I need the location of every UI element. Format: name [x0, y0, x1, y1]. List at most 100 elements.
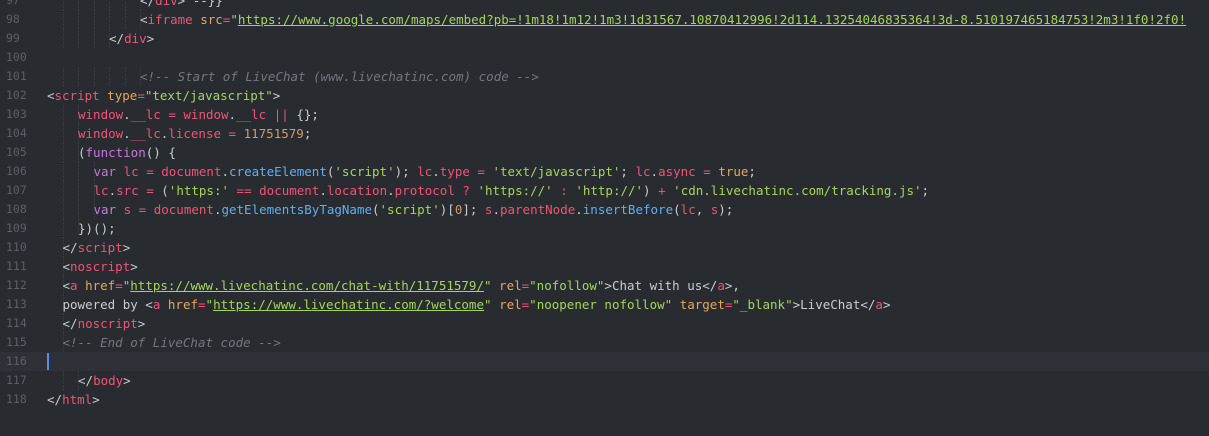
- code-line[interactable]: 111 <noscript>: [0, 257, 1209, 276]
- indent-guide: [124, 67, 126, 86]
- token-url: https://www.livechatinc.com/?welcome: [213, 297, 484, 312]
- line-number: 99: [6, 31, 20, 45]
- token-punc: <: [47, 88, 55, 103]
- token-punc: ;: [303, 126, 312, 141]
- token-punc: ;: [921, 183, 930, 198]
- code-line[interactable]: 115 <!-- End of LiveChat code -->: [0, 333, 1209, 352]
- indent-guide: [62, 200, 64, 219]
- code-line[interactable]: 98 <iframe src="https://www.google.com/ma…: [0, 10, 1209, 29]
- indent-guide: [93, 0, 95, 10]
- code-line[interactable]: 103 window.__lc = window.__lc || {};: [0, 105, 1209, 124]
- code-text: </html>: [47, 390, 100, 409]
- token-punc: .: [123, 126, 131, 141]
- token-punc: <: [140, 12, 148, 27]
- token-var: lc: [680, 202, 696, 217]
- line-number: 101: [6, 69, 27, 83]
- token-op: =: [477, 164, 485, 179]
- indent-guide: [62, 0, 64, 10]
- token-var: location: [326, 183, 388, 198]
- code-text: </noscript>: [63, 314, 146, 333]
- token-punc: </: [140, 0, 156, 8]
- token-punc: </: [62, 240, 78, 255]
- token-punc: );: [394, 164, 418, 179]
- indent-guide: [62, 124, 64, 143]
- code-line[interactable]: 109})();: [0, 219, 1209, 238]
- indent-guide: [109, 10, 110, 29]
- code-line[interactable]: 112 <a href="https://www.livechatinc.com/…: [0, 276, 1209, 295]
- code-text: powered by <a href="https://www.livechat…: [63, 295, 891, 314]
- token-tag: script: [54, 88, 100, 103]
- code-line[interactable]: 102 <script type="text/javascript">: [0, 86, 1209, 105]
- code-line[interactable]: 117 </body>: [0, 371, 1209, 390]
- indent-guide: [62, 10, 64, 29]
- line-number: 107: [6, 183, 27, 197]
- token-punc: .: [492, 202, 500, 217]
- token-punc: .: [123, 107, 131, 122]
- line-number: 106: [6, 164, 27, 178]
- token-bool: true: [718, 164, 749, 179]
- code-line[interactable]: 113 powered by <a href="https://www.livec…: [0, 295, 1209, 314]
- token-var: window: [78, 107, 124, 122]
- token-plain: LiveChat: [800, 297, 861, 312]
- token-op: ==: [236, 183, 252, 198]
- token-punc: </: [109, 31, 125, 46]
- token-punc: <: [62, 259, 71, 274]
- code-editor[interactable]: 97 </div> --}} 98 <iframe src="https://www.…: [0, 0, 1209, 436]
- token-var: parentNode: [499, 202, 576, 217]
- code-line[interactable]: 100: [0, 48, 1209, 67]
- token-str: ": [484, 297, 492, 312]
- indent-guide: [93, 67, 95, 86]
- code-line[interactable]: 114 </noscript>: [0, 314, 1209, 333]
- indent-guide: [78, 67, 79, 86]
- indent-guide: [62, 181, 64, 200]
- token-var: __lc: [130, 107, 161, 122]
- token-tag: div: [155, 0, 178, 8]
- token-var: license: [168, 126, 222, 141]
- code-line[interactable]: 101 <!-- Start of LiveChat (www.livechati…: [0, 67, 1209, 86]
- code-text: </div>: [109, 29, 154, 48]
- token-str: 'https:': [168, 183, 230, 198]
- token-str: 'script': [379, 202, 440, 217]
- code-line[interactable]: 116: [0, 352, 1209, 371]
- indent-guide: [93, 29, 95, 48]
- token-punc: ;: [748, 164, 756, 179]
- code-line[interactable]: 118 </html>: [0, 390, 1209, 409]
- token-punc: ;: [620, 164, 636, 179]
- code-text: <a href="https://www.livechatinc.com/cha…: [63, 276, 740, 295]
- token-punc: .: [221, 164, 230, 179]
- indent-guide: [93, 10, 95, 29]
- token-url: https://www.google.com/maps/embed?pb=!1m…: [237, 12, 1187, 27]
- code-line[interactable]: 105 (function() {: [0, 143, 1209, 162]
- token-comment: <!-- End of LiveChat code -->: [62, 335, 281, 350]
- token-tag: a: [875, 297, 883, 312]
- token-str: ": [205, 297, 214, 312]
- token-var: window: [78, 126, 124, 141]
- token-attr: type: [107, 88, 138, 103]
- code-line[interactable]: 97 </div> --}}: [0, 0, 1209, 10]
- code-line[interactable]: 107 lc.src = ('https:' == document.locati…: [0, 181, 1209, 200]
- indent-guide: [124, 10, 126, 29]
- token-op: =: [146, 183, 154, 198]
- code-line[interactable]: 99 </div>: [0, 29, 1209, 48]
- token-punc: .: [387, 183, 395, 198]
- token-punc: (: [161, 183, 169, 198]
- code-line[interactable]: 106 var lc = document.createElement('scri…: [0, 162, 1209, 181]
- code-line[interactable]: 110 </script>: [0, 238, 1209, 257]
- token-str: "_blank": [732, 297, 793, 312]
- code-line[interactable]: 104 window.__lc.license = 11751579;: [0, 124, 1209, 143]
- token-tag: a: [70, 278, 78, 293]
- token-var: s: [123, 202, 132, 217]
- token-kw: function: [85, 145, 146, 160]
- token-punc: </: [78, 373, 94, 388]
- token-punc: );: [718, 202, 734, 217]
- code-line[interactable]: 108 var s = document.getElementsByTagName…: [0, 200, 1209, 219]
- token-punc: >: [792, 297, 801, 312]
- token-punc: >: [272, 88, 281, 103]
- token-op: ||: [273, 107, 289, 122]
